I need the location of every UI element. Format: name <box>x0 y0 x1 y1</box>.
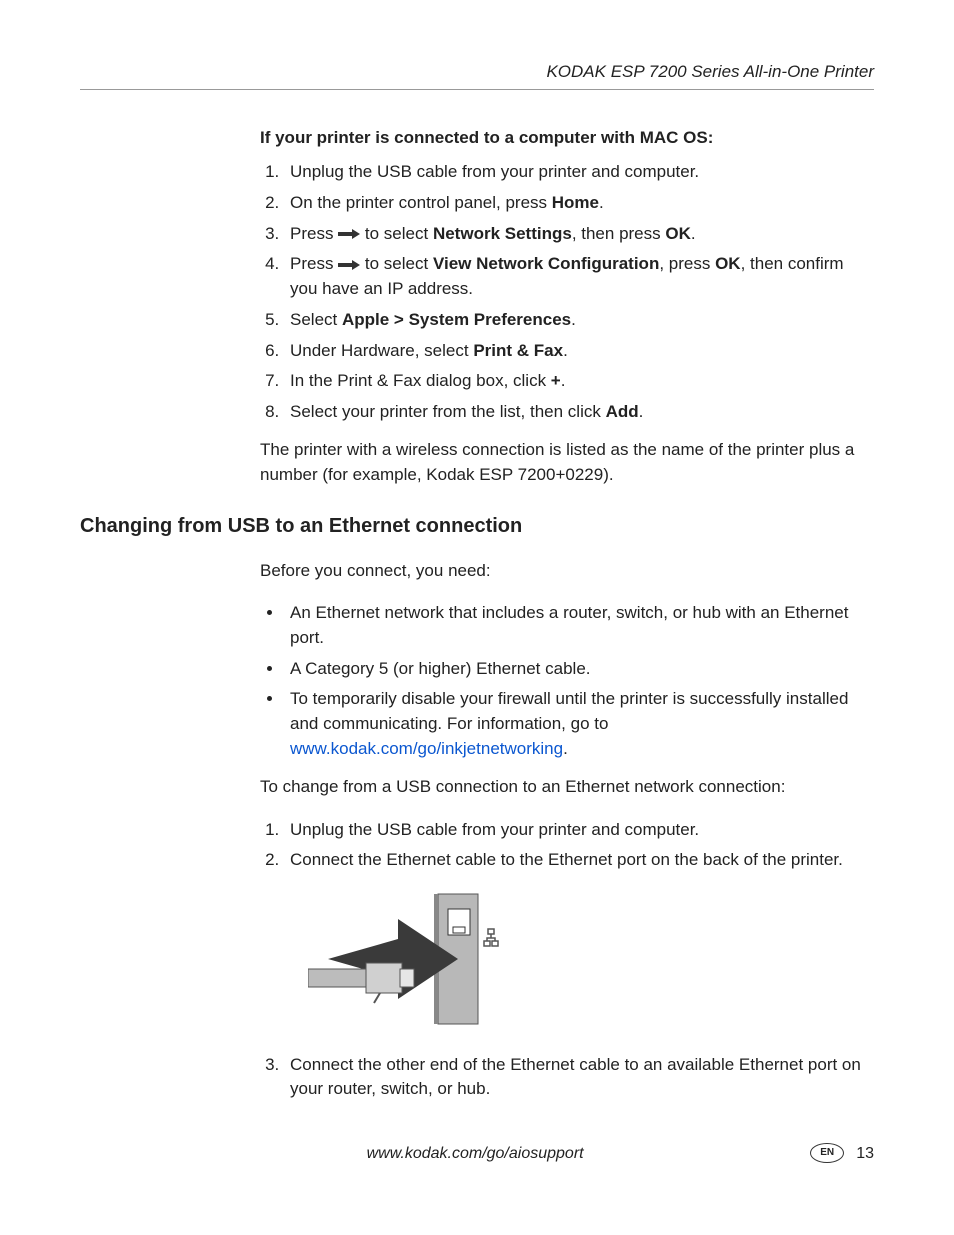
req-2: A Category 5 (or higher) Ethernet cable. <box>284 657 874 682</box>
inkjet-networking-link[interactable]: www.kodak.com/go/inkjetnetworking <box>290 739 563 758</box>
mac-step-1: Unplug the USB cable from your printer a… <box>284 160 874 185</box>
section-mac-os: If your printer is connected to a comput… <box>260 126 874 488</box>
mac-step-8: Select your printer from the list, then … <box>284 400 874 425</box>
page-header: KODAK ESP 7200 Series All-in-One Printer <box>80 60 874 90</box>
mac-intro: If your printer is connected to a comput… <box>260 126 874 151</box>
ethernet-steps: Unplug the USB cable from your printer a… <box>260 818 874 1102</box>
mac-step-3: Press to select Network Settings, then p… <box>284 222 874 247</box>
ethernet-requirements: An Ethernet network that includes a rout… <box>260 601 874 761</box>
ethernet-para2: To change from a USB connection to an Et… <box>260 775 874 800</box>
mac-step-7: In the Print & Fax dialog box, click +. <box>284 369 874 394</box>
mac-step-4: Press to select View Network Configurati… <box>284 252 874 301</box>
page-number: 13 <box>856 1142 874 1165</box>
eth-step-2: Connect the Ethernet cable to the Ethern… <box>284 848 874 1036</box>
ethernet-port-figure <box>308 889 874 1037</box>
header-title: KODAK ESP 7200 Series All-in-One Printer <box>546 62 874 81</box>
language-badge: EN <box>810 1143 844 1163</box>
ethernet-intro: Before you connect, you need: <box>260 559 874 584</box>
mac-step-2: On the printer control panel, press Home… <box>284 191 874 216</box>
mac-step-5: Select Apple > System Preferences. <box>284 308 874 333</box>
eth-step-3: Connect the other end of the Ethernet ca… <box>284 1053 874 1102</box>
section-heading-ethernet: Changing from USB to an Ethernet connect… <box>80 512 874 541</box>
footer-url: www.kodak.com/go/aiosupport <box>140 1142 810 1165</box>
req-1: An Ethernet network that includes a rout… <box>284 601 874 650</box>
mac-step-6: Under Hardware, select Print & Fax. <box>284 339 874 364</box>
down-arrow-icon <box>338 222 360 247</box>
section-ethernet-body: Before you connect, you need: An Etherne… <box>260 559 874 1102</box>
down-arrow-icon <box>338 253 360 278</box>
eth-step-1: Unplug the USB cable from your printer a… <box>284 818 874 843</box>
mac-footnote: The printer with a wireless connection i… <box>260 438 874 487</box>
req-3: To temporarily disable your firewall unt… <box>284 687 874 761</box>
mac-steps: Unplug the USB cable from your printer a… <box>260 160 874 424</box>
page-footer: www.kodak.com/go/aiosupport EN 13 <box>80 1142 874 1165</box>
